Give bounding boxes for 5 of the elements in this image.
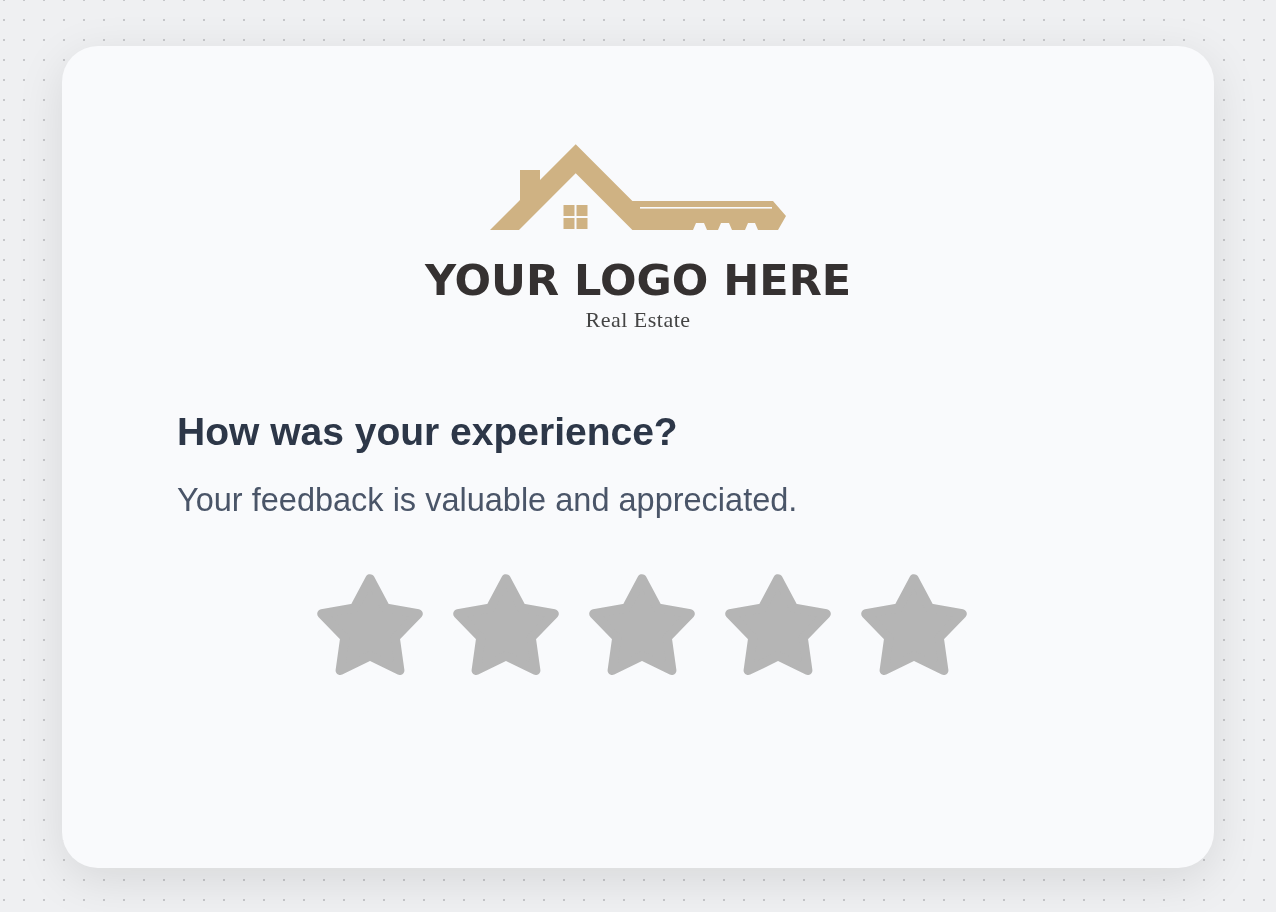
feedback-subtitle: Your feedback is valuable and appreciated. xyxy=(177,480,799,520)
logo-tagline: Real Estate xyxy=(585,309,691,331)
house-key-logo-icon xyxy=(489,144,787,231)
feedback-heading: How was your experience? xyxy=(177,409,679,455)
logo-wordmark: YOUR LOGO HERE xyxy=(424,259,852,302)
